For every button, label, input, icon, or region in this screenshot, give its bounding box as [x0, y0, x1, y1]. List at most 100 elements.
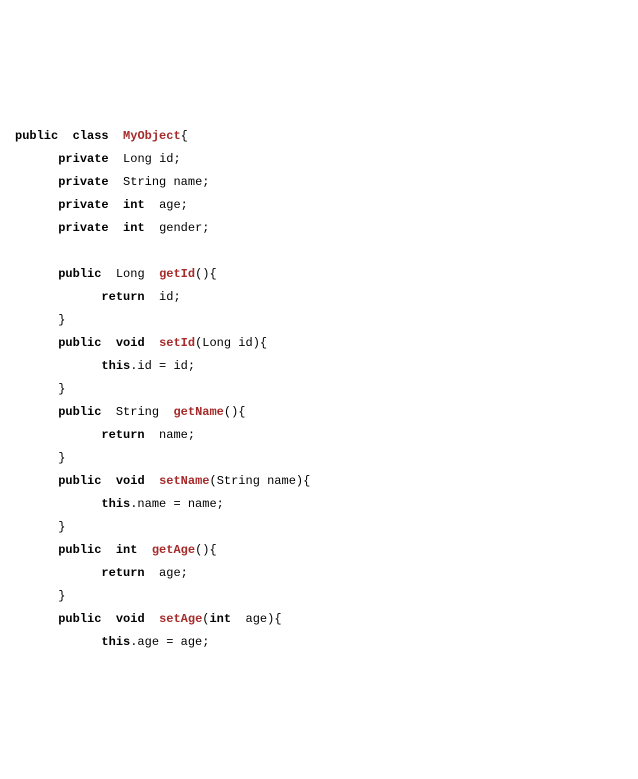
line-4: private int age; — [15, 198, 188, 212]
field-age: age — [159, 566, 181, 580]
brace-open: { — [260, 336, 267, 350]
brace-open: { — [209, 267, 216, 281]
line-15: } — [15, 451, 65, 465]
method-getName: getName — [173, 405, 223, 419]
line-16: public void setName(String name){ — [15, 474, 310, 488]
line-18: } — [15, 520, 65, 534]
assign-name: .name = name; — [130, 497, 224, 511]
semicolon: ; — [181, 198, 188, 212]
keyword-class: class — [73, 129, 109, 143]
keyword-this: this — [101, 497, 130, 511]
method-setName: setName — [159, 474, 209, 488]
param-age: age — [246, 612, 268, 626]
parens: () — [195, 267, 209, 281]
paren-close: ) — [253, 336, 260, 350]
semicolon: ; — [202, 221, 209, 235]
field-name: name — [159, 428, 188, 442]
keyword-public: public — [58, 474, 101, 488]
keyword-int: int — [116, 543, 138, 557]
line-11: this.id = id; — [15, 359, 195, 373]
type-long: Long — [202, 336, 231, 350]
method-setId: setId — [159, 336, 195, 350]
keyword-void: void — [116, 474, 145, 488]
keyword-private: private — [58, 175, 108, 189]
line-14: return name; — [15, 428, 195, 442]
keyword-void: void — [116, 336, 145, 350]
line-22: public void setAge(int age){ — [15, 612, 282, 626]
assign-id: .id = id; — [130, 359, 195, 373]
brace-open: { — [209, 543, 216, 557]
semicolon: ; — [173, 290, 180, 304]
brace-open: { — [303, 474, 310, 488]
keyword-public: public — [58, 405, 101, 419]
keyword-private: private — [58, 198, 108, 212]
paren-open: ( — [209, 474, 216, 488]
field-id: id — [159, 290, 173, 304]
brace-close: } — [58, 520, 65, 534]
semicolon: ; — [181, 566, 188, 580]
keyword-public: public — [58, 267, 101, 281]
keyword-private: private — [58, 152, 108, 166]
keyword-this: this — [101, 359, 130, 373]
line-2: private Long id; — [15, 152, 181, 166]
field-gender: gender — [159, 221, 202, 235]
method-setAge: setAge — [159, 612, 202, 626]
keyword-public: public — [58, 336, 101, 350]
paren-close: ) — [267, 612, 274, 626]
method-getAge: getAge — [152, 543, 195, 557]
line-20: return age; — [15, 566, 188, 580]
keyword-public: public — [15, 129, 58, 143]
keyword-private: private — [58, 221, 108, 235]
brace-open: { — [274, 612, 281, 626]
semicolon: ; — [173, 152, 180, 166]
keyword-this: this — [101, 635, 130, 649]
type-long: Long — [116, 267, 145, 281]
keyword-void: void — [116, 612, 145, 626]
brace-open: { — [238, 405, 245, 419]
line-13: public String getName(){ — [15, 405, 246, 419]
brace-close: } — [58, 313, 65, 327]
type-string: String — [217, 474, 260, 488]
parens: () — [224, 405, 238, 419]
semicolon: ; — [188, 428, 195, 442]
class-name: MyObject — [123, 129, 181, 143]
method-getId: getId — [159, 267, 195, 281]
field-age: age — [159, 198, 181, 212]
assign-age: .age = age; — [130, 635, 209, 649]
type-long: Long — [123, 152, 152, 166]
line-1: public class MyObject{ — [15, 129, 188, 143]
brace-open: { — [181, 129, 188, 143]
keyword-public: public — [58, 543, 101, 557]
keyword-return: return — [101, 566, 144, 580]
line-7: public Long getId(){ — [15, 267, 217, 281]
keyword-public: public — [58, 612, 101, 626]
line-10: public void setId(Long id){ — [15, 336, 267, 350]
line-23: this.age = age; — [15, 635, 209, 649]
line-5: private int gender; — [15, 221, 209, 235]
param-id: id — [238, 336, 252, 350]
field-id: id — [159, 152, 173, 166]
line-3: private String name; — [15, 175, 209, 189]
paren-open: ( — [202, 612, 209, 626]
brace-close: } — [58, 451, 65, 465]
brace-close: } — [58, 589, 65, 603]
param-name: name — [267, 474, 296, 488]
type-string: String — [116, 405, 159, 419]
line-8: return id; — [15, 290, 181, 304]
semicolon: ; — [202, 175, 209, 189]
brace-close: } — [58, 382, 65, 396]
code-block: public class MyObject{ private Long id; … — [15, 102, 638, 654]
keyword-int: int — [123, 221, 145, 235]
line-9: } — [15, 313, 65, 327]
line-12: } — [15, 382, 65, 396]
line-19: public int getAge(){ — [15, 543, 217, 557]
blank-line — [15, 244, 22, 258]
keyword-int: int — [209, 612, 231, 626]
field-name: name — [173, 175, 202, 189]
line-21: } — [15, 589, 65, 603]
keyword-return: return — [101, 290, 144, 304]
parens: () — [195, 543, 209, 557]
keyword-int: int — [123, 198, 145, 212]
line-17: this.name = name; — [15, 497, 224, 511]
type-string: String — [123, 175, 166, 189]
